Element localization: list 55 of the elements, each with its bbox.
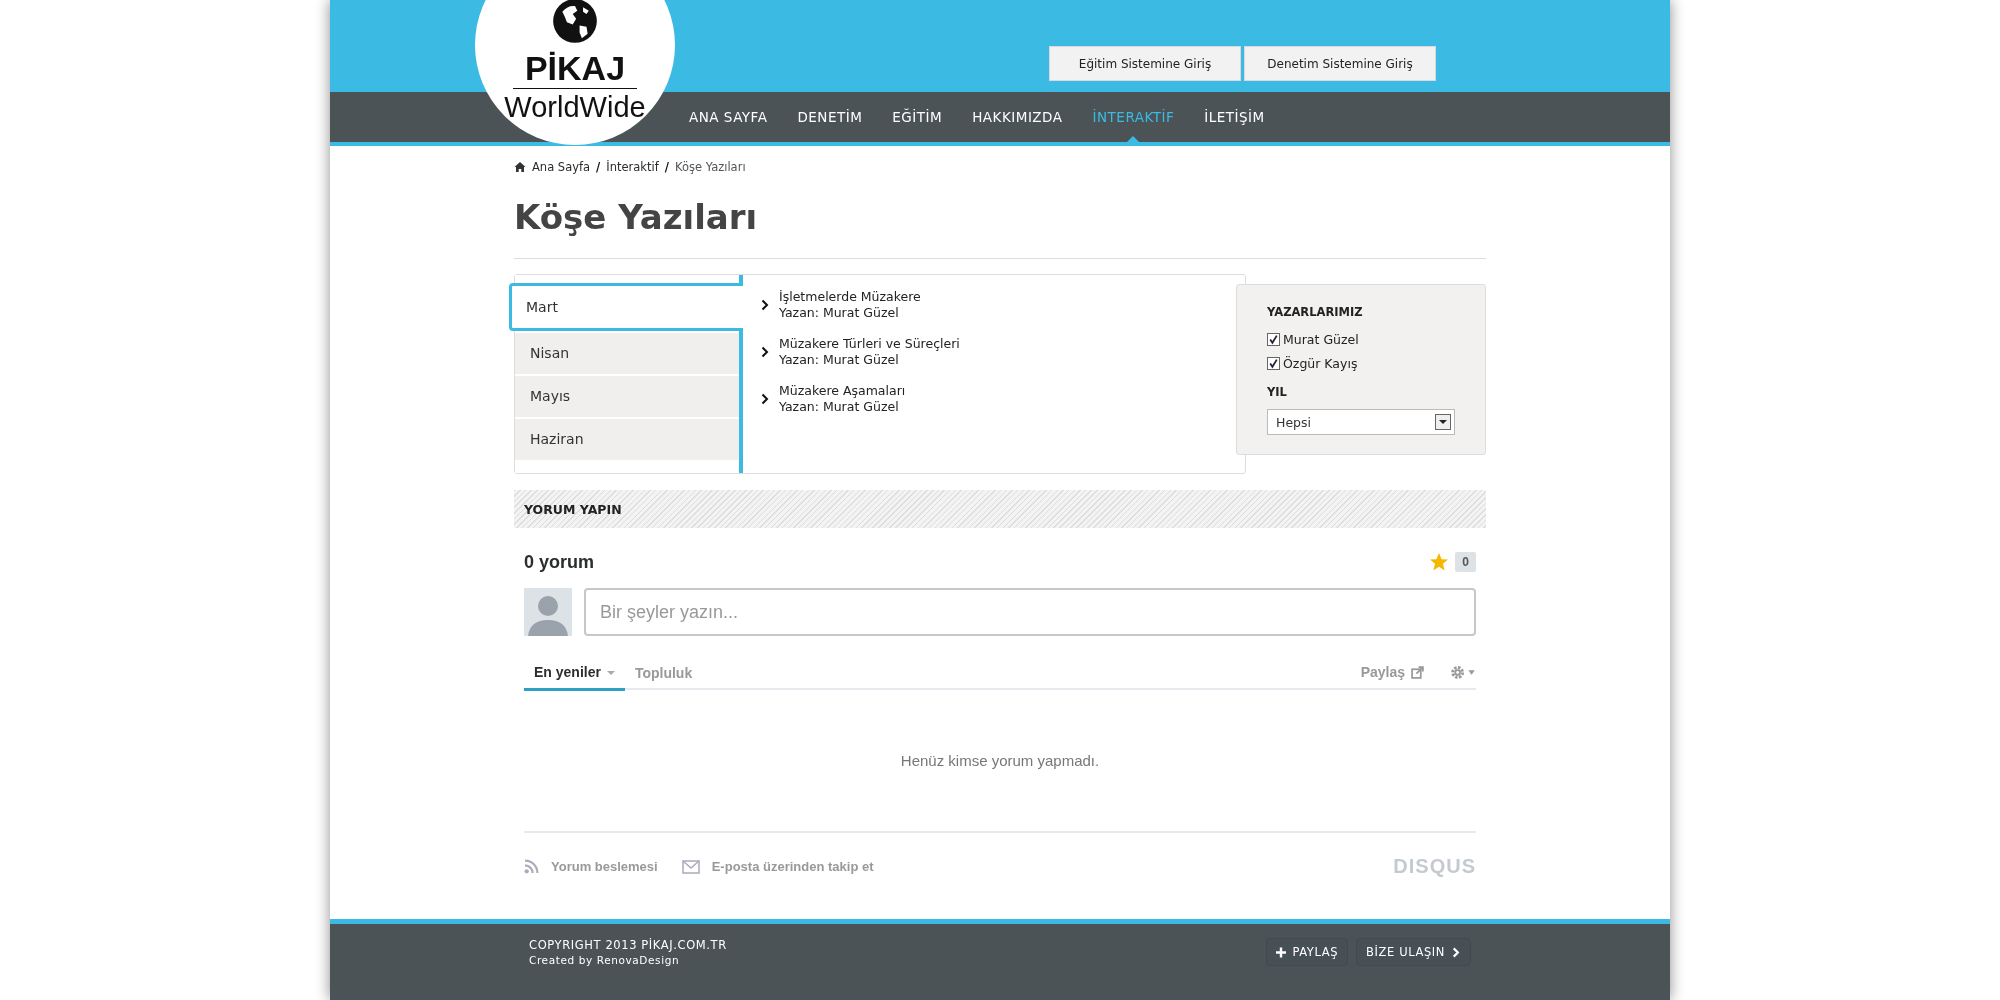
author-checkbox[interactable] <box>1267 356 1280 370</box>
favorite-count: 0 <box>1455 552 1476 572</box>
avatar-icon <box>524 588 572 636</box>
nav-link[interactable]: ANA SAYFA <box>674 92 783 142</box>
chevron-icon <box>761 393 769 405</box>
month-tab[interactable]: Mayıs <box>515 376 739 417</box>
login-button[interactable]: Denetim Sistemine Giriş <box>1244 46 1436 81</box>
authors-heading: YAZARLARIMIZ <box>1267 305 1364 319</box>
share-icon <box>1411 665 1424 679</box>
home-icon <box>514 161 526 173</box>
author-name: Özgür Kayış <box>1283 355 1358 371</box>
breadcrumb-link[interactable]: İnteraktif <box>606 160 659 174</box>
article-link[interactable]: Müzakere Türleri ve Süreçleri <box>779 336 960 352</box>
sort-tab[interactable]: En yeniler <box>524 655 625 691</box>
logo-title: PİKAJ <box>512 48 638 89</box>
article-author: Yazan: Murat Güzel <box>779 399 900 415</box>
author-checkbox[interactable] <box>1267 332 1280 346</box>
footer-button[interactable]: PAYLAŞ <box>1266 938 1349 966</box>
logo-subtitle: WorldWide <box>504 90 646 125</box>
author-name: Murat Güzel <box>1283 331 1359 347</box>
star-icon[interactable] <box>1429 552 1450 572</box>
chevron-icon <box>1451 946 1461 958</box>
article-link[interactable]: Müzakere Aşamaları <box>779 383 906 399</box>
article-link[interactable]: İşletmelerde Müzakere <box>779 289 921 305</box>
article-author: Yazan: Murat Güzel <box>779 305 900 321</box>
envelope-icon <box>681 859 700 874</box>
chevron-icon <box>761 299 769 311</box>
comment-input[interactable]: Bir şeyler yazın... <box>584 588 1476 636</box>
nav-link[interactable]: HAKKIMIZDA <box>957 92 1078 142</box>
footer-button[interactable]: BİZE ULAŞIN <box>1356 938 1471 966</box>
copyright-text: COPYRIGHT 2013 PİKAJ.COM.TR <box>529 938 727 952</box>
empty-message: Henüz kimse yorum yapmadı. <box>524 752 1476 833</box>
rss-icon <box>524 859 539 874</box>
comment-count: 0 yorum <box>524 551 595 573</box>
article-author: Yazan: Murat Güzel <box>779 352 900 368</box>
settings-icon[interactable] <box>1450 664 1476 680</box>
login-button[interactable]: Eğitim Sistemine Giriş <box>1049 46 1241 81</box>
breadcrumb-link[interactable]: Ana Sayfa <box>532 160 591 174</box>
year-dropdown[interactable]: Hepsi <box>1267 409 1455 435</box>
nav-link[interactable]: İNTERAKTİF <box>1077 92 1190 142</box>
credit-text: Created by RenovaDesign <box>529 954 681 966</box>
nav-link[interactable]: İLETİŞİM <box>1189 92 1280 142</box>
month-tab[interactable]: Haziran <box>515 419 739 460</box>
month-tab[interactable]: Nisan <box>515 333 739 374</box>
breadcrumb-separator: / <box>596 160 601 174</box>
comments-heading: YORUM YAPIN <box>524 501 622 517</box>
breadcrumb-current: Köşe Yazıları <box>674 160 746 174</box>
plus-icon <box>1276 946 1287 958</box>
nav-link[interactable]: EĞİTİM <box>877 92 958 142</box>
chevron-icon <box>761 346 769 358</box>
nav-link[interactable]: DENETİM <box>782 92 878 142</box>
page-title: Köşe Yazıları <box>514 196 759 239</box>
month-tab[interactable]: Mart <box>509 283 743 331</box>
year-heading: YIL <box>1267 385 1288 399</box>
breadcrumb-separator: / <box>664 160 669 174</box>
